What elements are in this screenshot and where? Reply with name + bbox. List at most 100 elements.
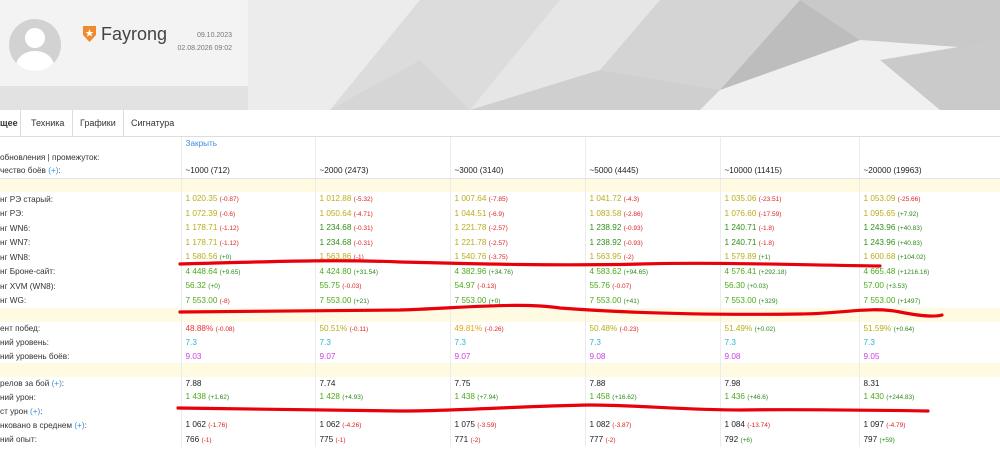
stat-value: 56.32 <box>185 281 207 290</box>
divider-cell <box>585 308 721 322</box>
close-cell: Закрыть <box>181 137 316 151</box>
value-cell: 48.88% (-0.08) <box>181 321 316 336</box>
stat-value: 4 382.96 <box>454 266 487 276</box>
expand-plus-link[interactable]: (+) <box>48 166 58 175</box>
empty-cell <box>585 137 721 151</box>
value-cell: 1 243.96 (+40.83) <box>859 235 1000 250</box>
stat-delta: (-7.85) <box>488 196 508 203</box>
value-cell: 7 553.00 (+1497) <box>859 293 1000 308</box>
tab-vehicles[interactable]: Техника <box>31 110 64 136</box>
table-row: ний урон: 1 438 (+1.62) 1 428 (+4.93) 1 438… <box>0 390 1000 405</box>
stat-delta: (-2.86) <box>623 210 643 218</box>
registration-date: 09.10.2023 <box>196 32 232 39</box>
empty-cell <box>450 150 586 164</box>
divider-cell <box>450 178 586 192</box>
row-label-text: релов за бой <box>0 378 50 388</box>
row-label-text: нг XVM (WN8): <box>0 281 56 291</box>
period-label: ~1000 (712) <box>185 166 230 175</box>
stat-value: 1 243.96 <box>863 223 896 232</box>
stat-delta: (-0.31) <box>353 225 373 232</box>
stat-value: 1 428 <box>319 392 341 401</box>
stat-value: 1 234.68 <box>319 237 352 247</box>
value-cell: 51.49% (+0.02) <box>720 321 860 336</box>
stat-delta: (-0.6) <box>219 210 236 218</box>
row-label: ент побед: <box>0 321 182 336</box>
value-cell: 1 580.56 (+0) <box>181 250 316 265</box>
close-row: Закрыть <box>0 137 1000 151</box>
close-link[interactable]: Закрыть <box>186 139 218 148</box>
expand-plus-link[interactable]: (+) <box>74 421 84 430</box>
empty-cell <box>585 150 721 164</box>
label-cell <box>0 137 182 151</box>
period-label: ~20000 (19963) <box>863 166 922 175</box>
stat-delta: (+1.62) <box>208 394 230 401</box>
tab-bar: щее Техника Графики Сигнатура <box>0 110 1000 137</box>
table-row: нковано в среднем (+): 1 062 (-1.76) 1 062… <box>0 418 1000 433</box>
avatar[interactable] <box>9 19 61 71</box>
stat-delta: (-2) <box>470 436 481 444</box>
stat-value: 4 665.48 <box>863 266 896 276</box>
stat-value: 8.31 <box>863 378 880 388</box>
stat-delta: (-6.9) <box>488 210 505 218</box>
table-row: нг WN7: 1 178.71 (-1.12) 1 234.68 (-0.31) 1… <box>0 235 1000 250</box>
stat-delta: (+31.54) <box>353 268 379 276</box>
stat-value: 4 583.62 <box>589 266 622 276</box>
value-cell: 1 430 (+244.83) <box>859 390 1000 405</box>
stat-delta: (-0.07) <box>612 283 632 290</box>
value-cell: ~10000 (11415) <box>720 164 860 179</box>
value-cell: 1 041.72 (-4.3) <box>585 192 721 207</box>
stat-value: 7.3 <box>454 338 466 347</box>
row-label: ний уровень боёв: <box>0 349 182 363</box>
row-label: нг Броне-сайт: <box>0 264 182 279</box>
stat-delta: (+40.83) <box>897 225 923 232</box>
row-label-text: обновления | промежуток: <box>0 152 100 162</box>
value-cell: 4 576.41 (+292.18) <box>720 264 860 279</box>
stat-delta: (-2.57) <box>488 225 508 232</box>
empty-cell <box>720 137 860 151</box>
value-cell: 7 553.00 (-8) <box>181 293 316 308</box>
stat-delta: (-4.3) <box>623 196 640 203</box>
stat-value: 1 072.39 <box>185 208 218 218</box>
stat-value: 7 553.00 <box>863 295 896 305</box>
value-cell: 1 240.71 (-1.8) <box>720 235 860 250</box>
value-cell: 1 579.89 (+1) <box>720 250 860 265</box>
stat-delta: (+41) <box>623 297 640 305</box>
row-label-text: нг РЭ: <box>0 209 24 218</box>
stat-value: 1 082 <box>589 420 611 429</box>
stat-delta: (+1497) <box>897 297 921 305</box>
stat-delta: (+1) <box>758 254 771 261</box>
divider-cell <box>181 363 316 377</box>
value-cell: 56.30 (+0.03) <box>720 279 860 294</box>
stat-value: 7.88 <box>185 378 202 388</box>
table-row: ент побед: 48.88% (-0.08) 50.51% (-0.11) 49… <box>0 321 1000 336</box>
stat-delta: (+34.76) <box>488 268 514 276</box>
expand-plus-link[interactable]: (+) <box>30 407 40 416</box>
stat-delta: (-13.74) <box>747 422 771 429</box>
value-cell: 7.3 <box>450 336 586 350</box>
stat-value: 48.88% <box>185 323 214 333</box>
value-cell: 9.08 <box>720 349 860 363</box>
divider-cell <box>315 308 451 322</box>
expand-plus-link[interactable]: (+) <box>52 379 62 388</box>
empty-cell <box>181 150 316 164</box>
stat-value: 50.48% <box>589 323 618 333</box>
divider-cell <box>720 178 860 192</box>
stat-value: 1 095.65 <box>863 208 896 218</box>
tab-graphs[interactable]: Графики <box>80 110 116 136</box>
value-cell: 55.75 (-0.03) <box>315 279 451 294</box>
tab-general[interactable]: щее <box>0 110 21 136</box>
stats-table: Закрыть обновления | промежуток: чество бо… <box>0 137 1000 447</box>
stat-value: 1 075 <box>454 420 476 429</box>
value-cell: 771 (-2) <box>450 432 586 447</box>
value-cell: 1 243.96 (+40.83) <box>859 221 1000 236</box>
value-cell: 7.98 <box>720 376 860 390</box>
stat-value: 55.75 <box>319 281 341 290</box>
stat-value: 54.97 <box>454 281 476 290</box>
tab-signature[interactable]: Сигнатура <box>131 110 174 136</box>
stat-delta: (+0) <box>488 297 501 305</box>
stat-value: 7 553.00 <box>589 295 622 305</box>
stat-value: 1 041.72 <box>589 194 622 203</box>
row-label: ст урон (+): <box>0 404 182 418</box>
stat-delta: (-0.31) <box>353 239 373 247</box>
row-label-text: нг WN8: <box>0 252 31 262</box>
